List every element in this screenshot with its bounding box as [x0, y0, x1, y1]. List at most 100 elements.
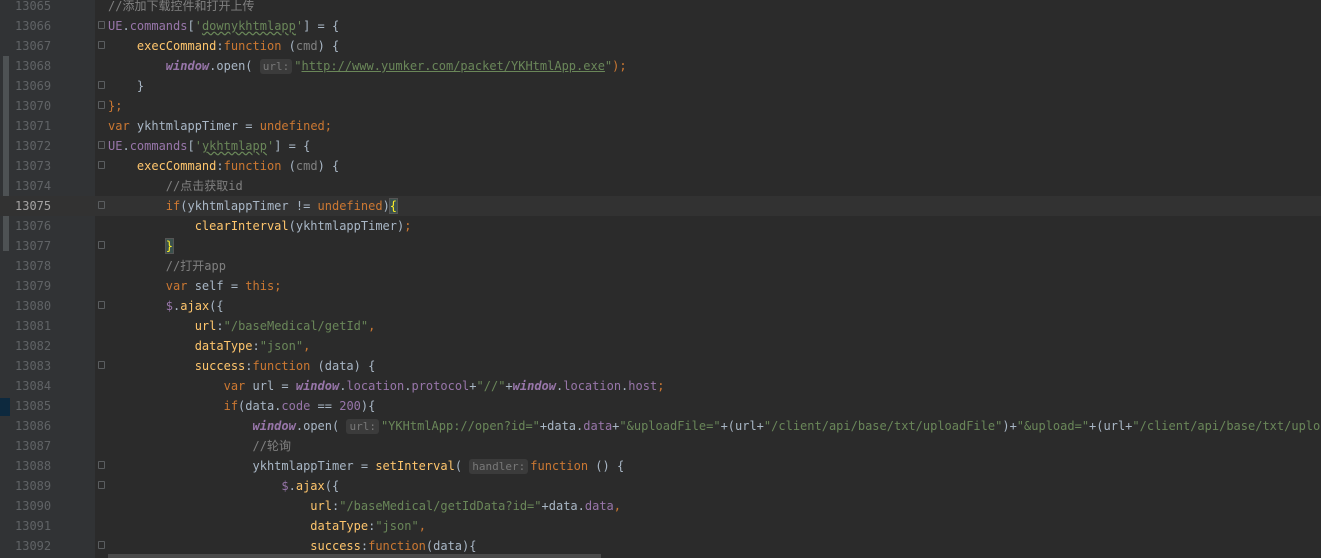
line-number: 13091	[15, 519, 52, 533]
code-token: ykhtmlappTimer	[136, 119, 239, 133]
code-token: +data.	[541, 499, 585, 513]
code-line[interactable]: 13084 var url = window.location.protocol…	[0, 376, 1321, 396]
code-token: "&uploadFile="	[619, 419, 721, 433]
code-line[interactable]: 13075 if(ykhtmlappTimer != undefined){	[0, 196, 1321, 216]
fold-toggle-icon[interactable]	[98, 161, 105, 169]
code-token: success	[310, 539, 361, 553]
fold-toggle-icon[interactable]	[98, 481, 105, 489]
code-text: var url = window.location.protocol+"//"+…	[108, 376, 665, 396]
code-line[interactable]: 13088 ykhtmlappTimer = setInterval( hand…	[0, 456, 1321, 476]
code-line[interactable]: 13070};	[0, 96, 1321, 116]
code-line[interactable]: 13081 url:"/baseMedical/getId",	[0, 316, 1321, 336]
code-line[interactable]: 13076 clearInterval(ykhtmlappTimer);	[0, 216, 1321, 236]
code-line[interactable]: 13067 execCommand:function (cmd) {	[0, 36, 1321, 56]
code-token: :	[245, 359, 253, 373]
code-line[interactable]: 13092 success:function(data){	[0, 536, 1321, 556]
code-token: ;	[404, 219, 412, 233]
fold-toggle-icon[interactable]	[98, 241, 105, 249]
code-line[interactable]: 13090 url:"/baseMedical/getIdData?id="+d…	[0, 496, 1321, 516]
code-line[interactable]: 13083 success:function (data) {	[0, 356, 1321, 376]
code-text: url:"/baseMedical/getId",	[108, 316, 376, 336]
code-token: ] = {	[274, 139, 311, 153]
code-line[interactable]: 13065 //添加下载控件和打开上传	[0, 0, 1321, 16]
code-token: data	[583, 419, 613, 433]
fold-toggle-icon[interactable]	[98, 41, 105, 49]
code-line[interactable]: 13086 window.open( url: "YKHtmlApp://open…	[0, 416, 1321, 436]
code-text: url:"/baseMedical/getIdData?id="+data.da…	[108, 496, 621, 516]
line-number: 13085	[15, 399, 52, 413]
code-text: success:function(data){	[108, 536, 476, 556]
parameter-hint: url:	[346, 419, 379, 434]
fold-toggle-icon[interactable]	[98, 541, 105, 549]
code-token: .	[295, 419, 304, 433]
fold-toggle-icon[interactable]	[98, 201, 105, 209]
code-token: location	[563, 379, 622, 393]
code-line[interactable]: 13071 var ykhtmlappTimer = undefined;	[0, 116, 1321, 136]
code-line[interactable]: 13077 }	[0, 236, 1321, 256]
code-text: //打开app	[108, 256, 226, 276]
code-token: var	[165, 279, 195, 293]
horizontal-scrollbar[interactable]	[108, 554, 601, 558]
code-token: url =	[252, 379, 296, 393]
fold-toggle-icon[interactable]	[98, 81, 105, 89]
code-line[interactable]: 13091 dataType:"json",	[0, 516, 1321, 536]
line-number: 13090	[15, 499, 52, 513]
code-token: open	[303, 419, 332, 433]
fold-toggle-icon[interactable]	[98, 361, 105, 369]
code-token: window	[512, 379, 557, 393]
code-editor[interactable]: 13065//添加下载控件和打开上传 13066 UE.commands['down…	[0, 0, 1321, 556]
code-token: ){	[360, 399, 376, 413]
code-token: "/client/api/base/txt/upload"	[1132, 419, 1321, 433]
code-token: url	[194, 319, 217, 333]
code-token: cmd	[295, 159, 318, 173]
code-line[interactable]: 13078 //打开app	[0, 256, 1321, 276]
code-token: //打开app	[165, 259, 226, 273]
code-token: clearInterval	[194, 219, 289, 233]
code-token: this	[245, 279, 275, 293]
code-line[interactable]: 13066 UE.commands['downykhtmlapp'] = {	[0, 16, 1321, 36]
code-token: function	[223, 39, 282, 53]
code-text: //点击获取id	[108, 176, 243, 196]
code-line[interactable]: 13074 //点击获取id	[0, 176, 1321, 196]
fold-toggle-icon[interactable]	[98, 21, 105, 29]
fold-toggle-icon[interactable]	[98, 301, 105, 309]
fold-toggle-icon[interactable]	[98, 101, 105, 109]
code-token: ,	[418, 519, 426, 533]
code-text: clearInterval(ykhtmlappTimer);	[108, 216, 412, 236]
code-line[interactable]: 13082 dataType:"json",	[0, 336, 1321, 356]
parameter-hint: url:	[259, 59, 293, 74]
code-token: "json"	[259, 339, 304, 353]
code-token: "json"	[375, 519, 419, 533]
code-line[interactable]: 13073 execCommand:function (cmd) {	[0, 156, 1321, 176]
code-line[interactable]: 13089 $.ajax({	[0, 476, 1321, 496]
code-token: UE	[108, 139, 123, 153]
code-token: }	[108, 79, 145, 93]
line-number: 13072	[15, 139, 52, 153]
code-token: open	[216, 59, 246, 73]
code-line[interactable]: 13080 $.ajax({	[0, 296, 1321, 316]
code-token: undefined	[259, 119, 325, 133]
code-line[interactable]: 13068 window.open( url: "http://www.yumke…	[0, 56, 1321, 76]
code-token: (ykhtmlappTimer !=	[180, 199, 318, 213]
code-line[interactable]: 13085 if(data.code == 200){	[0, 396, 1321, 416]
fold-toggle-icon[interactable]	[98, 141, 105, 149]
code-token: +(url+	[1089, 419, 1133, 433]
code-token: (data.	[238, 399, 282, 413]
fold-toggle-icon[interactable]	[98, 461, 105, 469]
code-token: )+	[1002, 419, 1017, 433]
code-token: function	[368, 539, 426, 553]
code-line[interactable]: 13087 //轮询	[0, 436, 1321, 456]
code-token: protocol	[411, 379, 470, 393]
code-line[interactable]: 13072 UE.commands['ykhtmlapp'] = {	[0, 136, 1321, 156]
code-token: execCommand	[136, 39, 217, 53]
code-token: execCommand	[136, 159, 217, 173]
code-line[interactable]: 13079 var self = this;	[0, 276, 1321, 296]
code-line[interactable]: 13069 }	[0, 76, 1321, 96]
code-token: '	[194, 19, 202, 33]
